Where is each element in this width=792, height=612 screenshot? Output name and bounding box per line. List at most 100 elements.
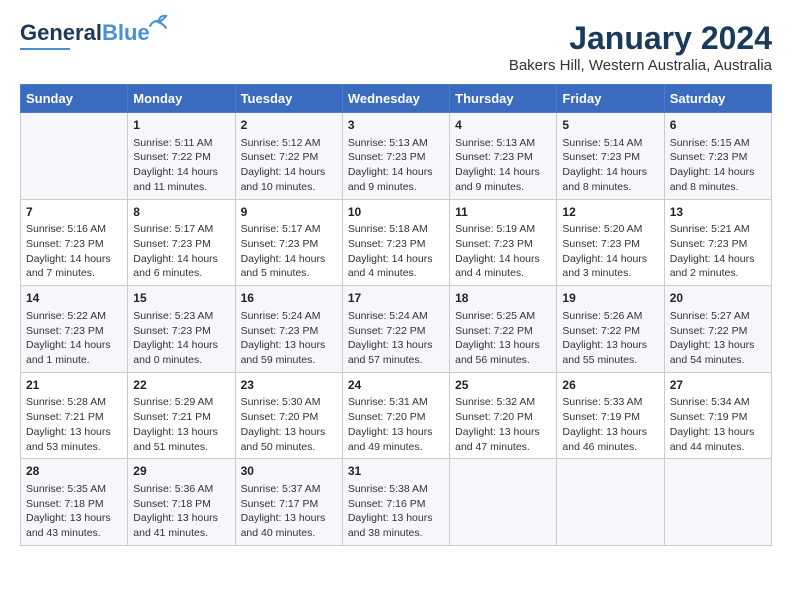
- day-content: Sunrise: 5:11 AM Sunset: 7:22 PM Dayligh…: [133, 136, 229, 195]
- calendar-cell: 10Sunrise: 5:18 AM Sunset: 7:23 PM Dayli…: [342, 199, 449, 286]
- calendar-cell: [21, 113, 128, 200]
- day-number: 12: [562, 204, 658, 221]
- day-content: Sunrise: 5:28 AM Sunset: 7:21 PM Dayligh…: [26, 395, 122, 454]
- logo-bird-icon: [148, 12, 170, 30]
- day-number: 5: [562, 117, 658, 134]
- subtitle: Bakers Hill, Western Australia, Australi…: [509, 57, 772, 74]
- day-content: Sunrise: 5:17 AM Sunset: 7:23 PM Dayligh…: [133, 222, 229, 281]
- header-friday: Friday: [557, 85, 664, 113]
- day-content: Sunrise: 5:15 AM Sunset: 7:23 PM Dayligh…: [670, 136, 766, 195]
- header-sunday: Sunday: [21, 85, 128, 113]
- day-content: Sunrise: 5:32 AM Sunset: 7:20 PM Dayligh…: [455, 395, 551, 454]
- calendar-week-row: 14 Sunrise: 5:22 AM Sunset: 7:23 PM Dayli…: [21, 286, 772, 373]
- calendar-week-row: 21Sunrise: 5:28 AM Sunset: 7:21 PM Dayli…: [21, 372, 772, 459]
- calendar-cell: 12Sunrise: 5:20 AM Sunset: 7:23 PM Dayli…: [557, 199, 664, 286]
- header-wednesday: Wednesday: [342, 85, 449, 113]
- day-number: 11: [455, 204, 551, 221]
- calendar-week-row: 28 Sunrise: 5:35 AM Sunset: 7:18 PM Dayli…: [21, 459, 772, 546]
- day-number: 24: [348, 377, 444, 394]
- day-number: 22: [133, 377, 229, 394]
- calendar-cell: 21Sunrise: 5:28 AM Sunset: 7:21 PM Dayli…: [21, 372, 128, 459]
- title-block: January 2024 Bakers Hill, Western Austra…: [509, 20, 772, 74]
- day-number: 1: [133, 117, 229, 134]
- calendar-cell: 26Sunrise: 5:33 AM Sunset: 7:19 PM Dayli…: [557, 372, 664, 459]
- day-number: 20: [670, 290, 766, 307]
- day-content: Sunrise: 5:12 AM Sunset: 7:22 PM Dayligh…: [241, 136, 337, 195]
- day-content: Sunrise: 5:35 AM Sunset: 7:18 PM Dayligh…: [26, 482, 122, 541]
- logo-general: General: [20, 20, 102, 45]
- calendar-cell: 17 Sunrise: 5:24 AM Sunset: 7:22 PM Dayli…: [342, 286, 449, 373]
- day-number: 9: [241, 204, 337, 221]
- calendar-cell: 4Sunrise: 5:13 AM Sunset: 7:23 PM Daylig…: [450, 113, 557, 200]
- day-content: Sunrise: 5:24 AM Sunset: 7:23 PM Dayligh…: [241, 309, 337, 368]
- calendar-header-row: Sunday Monday Tuesday Wednesday Thursday…: [21, 85, 772, 113]
- day-number: 27: [670, 377, 766, 394]
- day-content: Sunrise: 5:24 AM Sunset: 7:22 PM Dayligh…: [348, 309, 444, 368]
- calendar-table: Sunday Monday Tuesday Wednesday Thursday…: [20, 84, 772, 546]
- day-content: Sunrise: 5:29 AM Sunset: 7:21 PM Dayligh…: [133, 395, 229, 454]
- day-number: 17: [348, 290, 444, 307]
- day-number: 7: [26, 204, 122, 221]
- day-number: 16: [241, 290, 337, 307]
- day-content: Sunrise: 5:31 AM Sunset: 7:20 PM Dayligh…: [348, 395, 444, 454]
- calendar-cell: 16 Sunrise: 5:24 AM Sunset: 7:23 PM Dayli…: [235, 286, 342, 373]
- calendar-cell: 28 Sunrise: 5:35 AM Sunset: 7:18 PM Dayli…: [21, 459, 128, 546]
- calendar-week-row: 7Sunrise: 5:16 AM Sunset: 7:23 PM Daylig…: [21, 199, 772, 286]
- calendar-cell: 2 Sunrise: 5:12 AM Sunset: 7:22 PM Daylig…: [235, 113, 342, 200]
- day-content: Sunrise: 5:38 AM Sunset: 7:16 PM Dayligh…: [348, 482, 444, 541]
- day-content: Sunrise: 5:13 AM Sunset: 7:23 PM Dayligh…: [348, 136, 444, 195]
- calendar-cell: 3Sunrise: 5:13 AM Sunset: 7:23 PM Daylig…: [342, 113, 449, 200]
- day-content: Sunrise: 5:21 AM Sunset: 7:23 PM Dayligh…: [670, 222, 766, 281]
- calendar-cell: 14 Sunrise: 5:22 AM Sunset: 7:23 PM Dayli…: [21, 286, 128, 373]
- day-content: Sunrise: 5:17 AM Sunset: 7:23 PM Dayligh…: [241, 222, 337, 281]
- day-number: 15: [133, 290, 229, 307]
- day-content: Sunrise: 5:37 AM Sunset: 7:17 PM Dayligh…: [241, 482, 337, 541]
- day-number: 14: [26, 290, 122, 307]
- calendar-cell: 18 Sunrise: 5:25 AM Sunset: 7:22 PM Dayli…: [450, 286, 557, 373]
- calendar-cell: 19 Sunrise: 5:26 AM Sunset: 7:22 PM Dayli…: [557, 286, 664, 373]
- logo-blue: Blue: [102, 20, 150, 45]
- calendar-cell: 6Sunrise: 5:15 AM Sunset: 7:23 PM Daylig…: [664, 113, 771, 200]
- day-number: 2: [241, 117, 337, 134]
- calendar-cell: 27Sunrise: 5:34 AM Sunset: 7:19 PM Dayli…: [664, 372, 771, 459]
- header-monday: Monday: [128, 85, 235, 113]
- calendar-cell: 24Sunrise: 5:31 AM Sunset: 7:20 PM Dayli…: [342, 372, 449, 459]
- calendar-cell: 31Sunrise: 5:38 AM Sunset: 7:16 PM Dayli…: [342, 459, 449, 546]
- day-number: 25: [455, 377, 551, 394]
- calendar-cell: 23Sunrise: 5:30 AM Sunset: 7:20 PM Dayli…: [235, 372, 342, 459]
- calendar-cell: 20Sunrise: 5:27 AM Sunset: 7:22 PM Dayli…: [664, 286, 771, 373]
- calendar-cell: 9Sunrise: 5:17 AM Sunset: 7:23 PM Daylig…: [235, 199, 342, 286]
- day-number: 29: [133, 463, 229, 480]
- calendar-week-row: 1 Sunrise: 5:11 AM Sunset: 7:22 PM Daylig…: [21, 113, 772, 200]
- day-content: Sunrise: 5:16 AM Sunset: 7:23 PM Dayligh…: [26, 222, 122, 281]
- day-number: 18: [455, 290, 551, 307]
- day-content: Sunrise: 5:25 AM Sunset: 7:22 PM Dayligh…: [455, 309, 551, 368]
- day-number: 10: [348, 204, 444, 221]
- calendar-cell: 1 Sunrise: 5:11 AM Sunset: 7:22 PM Daylig…: [128, 113, 235, 200]
- day-number: 19: [562, 290, 658, 307]
- logo: GeneralBlue: [20, 20, 150, 50]
- day-number: 21: [26, 377, 122, 394]
- day-number: 13: [670, 204, 766, 221]
- calendar-cell: 7Sunrise: 5:16 AM Sunset: 7:23 PM Daylig…: [21, 199, 128, 286]
- calendar-cell: 22Sunrise: 5:29 AM Sunset: 7:21 PM Dayli…: [128, 372, 235, 459]
- day-content: Sunrise: 5:26 AM Sunset: 7:22 PM Dayligh…: [562, 309, 658, 368]
- day-content: Sunrise: 5:14 AM Sunset: 7:23 PM Dayligh…: [562, 136, 658, 195]
- page-header: GeneralBlue January 2024 Bakers Hill, We…: [20, 20, 772, 74]
- day-content: Sunrise: 5:36 AM Sunset: 7:18 PM Dayligh…: [133, 482, 229, 541]
- day-number: 26: [562, 377, 658, 394]
- day-content: Sunrise: 5:20 AM Sunset: 7:23 PM Dayligh…: [562, 222, 658, 281]
- day-content: Sunrise: 5:19 AM Sunset: 7:23 PM Dayligh…: [455, 222, 551, 281]
- calendar-cell: [557, 459, 664, 546]
- main-title: January 2024: [509, 20, 772, 57]
- calendar-cell: 11Sunrise: 5:19 AM Sunset: 7:23 PM Dayli…: [450, 199, 557, 286]
- day-content: Sunrise: 5:13 AM Sunset: 7:23 PM Dayligh…: [455, 136, 551, 195]
- calendar-cell: 5 Sunrise: 5:14 AM Sunset: 7:23 PM Daylig…: [557, 113, 664, 200]
- header-thursday: Thursday: [450, 85, 557, 113]
- header-saturday: Saturday: [664, 85, 771, 113]
- day-number: 28: [26, 463, 122, 480]
- day-content: Sunrise: 5:22 AM Sunset: 7:23 PM Dayligh…: [26, 309, 122, 368]
- calendar-cell: 25Sunrise: 5:32 AM Sunset: 7:20 PM Dayli…: [450, 372, 557, 459]
- day-content: Sunrise: 5:18 AM Sunset: 7:23 PM Dayligh…: [348, 222, 444, 281]
- calendar-cell: 29 Sunrise: 5:36 AM Sunset: 7:18 PM Dayli…: [128, 459, 235, 546]
